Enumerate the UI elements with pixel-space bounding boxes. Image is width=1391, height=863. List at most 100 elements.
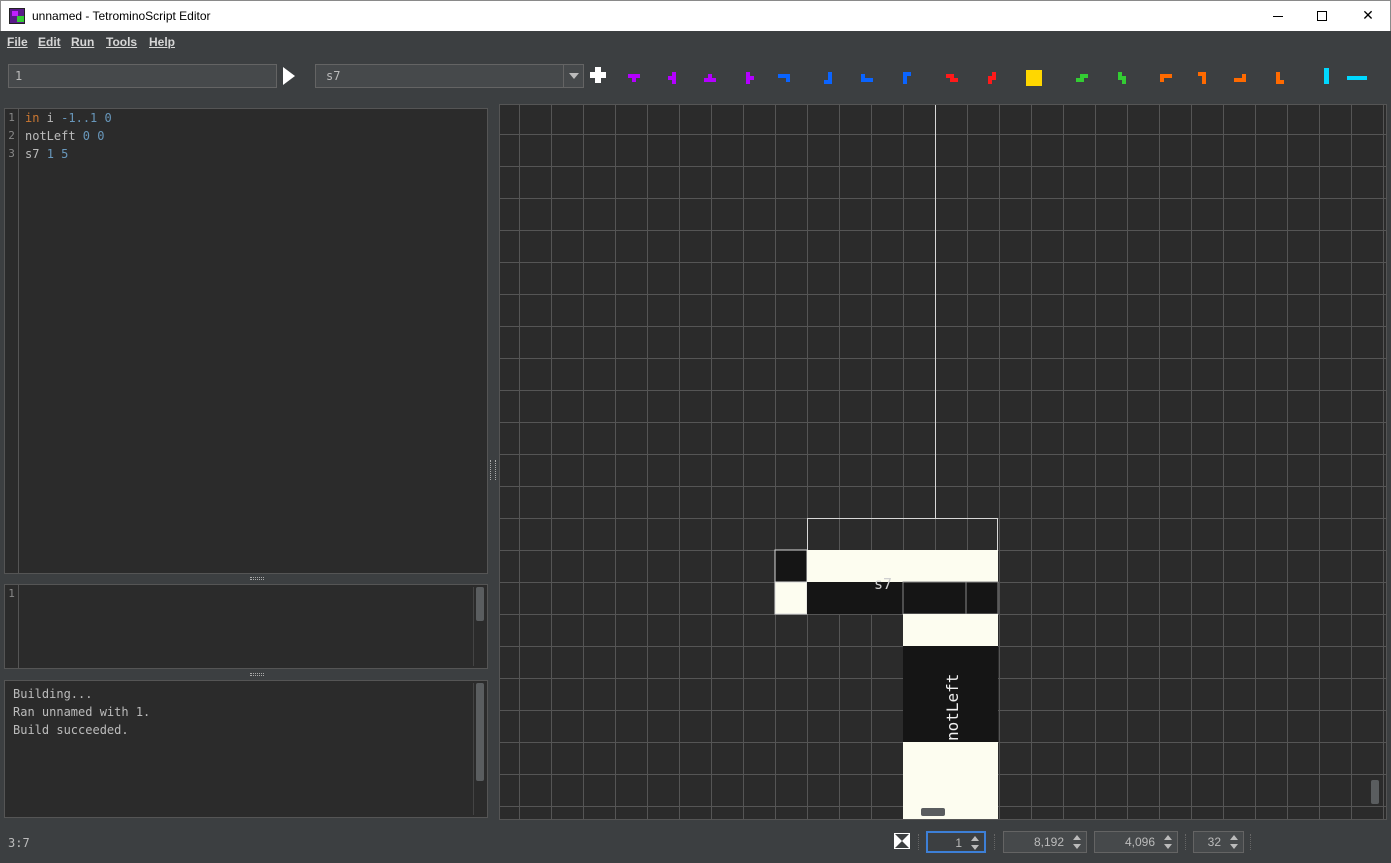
menu-bar: File Edit Run Tools Help bbox=[0, 31, 1391, 53]
canvas-horizontal-scrollbar[interactable] bbox=[500, 806, 1368, 818]
output-line: Building... bbox=[13, 687, 93, 701]
t-piece-up-icon bbox=[704, 74, 716, 82]
close-button[interactable]: ✕ bbox=[1345, 1, 1391, 31]
code-editor[interactable]: 1 2 3 in i -1..1 0 notLeft 0 0 s7 1 5 bbox=[4, 108, 488, 574]
chevron-down-icon[interactable] bbox=[563, 65, 583, 87]
o-piece-icon bbox=[1026, 70, 1042, 86]
playfield-canvas[interactable]: s7 notLeft bbox=[499, 104, 1387, 820]
code-token: s7 bbox=[25, 147, 47, 161]
j-piece-3-button[interactable] bbox=[855, 62, 885, 90]
s-piece-h-button[interactable] bbox=[1070, 62, 1100, 90]
piece-select[interactable]: s7 bbox=[315, 64, 584, 88]
j-piece-4-icon bbox=[903, 72, 911, 84]
line-number: 1 bbox=[8, 587, 15, 600]
width-spinner[interactable]: 8,192 bbox=[1003, 831, 1087, 853]
cell-dark bbox=[965, 581, 999, 615]
window-title: unnamed - TetrominoScript Editor bbox=[32, 9, 211, 23]
minimize-button[interactable] bbox=[1255, 1, 1301, 31]
spinner-arrows-icon[interactable] bbox=[1225, 832, 1243, 852]
o-piece-button[interactable] bbox=[1022, 62, 1052, 90]
j-piece-1-button[interactable] bbox=[772, 62, 802, 90]
z-piece-h-button[interactable] bbox=[940, 62, 970, 90]
code-token: 1 5 bbox=[46, 147, 69, 161]
output-scrollbar[interactable] bbox=[473, 683, 485, 815]
i-piece-v-button[interactable] bbox=[1314, 62, 1344, 90]
z-piece-v-button[interactable] bbox=[980, 62, 1010, 90]
notleft-label: notLeft bbox=[943, 674, 962, 741]
maximize-icon bbox=[1317, 11, 1327, 21]
parameter-input[interactable]: 1 bbox=[8, 64, 277, 88]
debug-scrollbar[interactable] bbox=[473, 587, 485, 666]
t-piece-down-button[interactable] bbox=[622, 62, 652, 90]
cell-light bbox=[774, 581, 808, 615]
spinner-arrows-icon[interactable] bbox=[966, 833, 984, 853]
code-line: in i -1..1 0 bbox=[25, 109, 112, 127]
code-token: in bbox=[25, 111, 40, 125]
l-piece-3-icon bbox=[1234, 74, 1246, 82]
j-piece-3-icon bbox=[861, 74, 873, 82]
l-piece-1-button[interactable] bbox=[1154, 62, 1184, 90]
maximize-button[interactable] bbox=[1299, 1, 1345, 31]
j-piece-2-icon bbox=[824, 72, 832, 84]
editor-splitter[interactable] bbox=[4, 575, 488, 583]
code-token: i bbox=[39, 111, 62, 125]
cell-dark bbox=[774, 549, 808, 583]
app-icon bbox=[9, 8, 25, 24]
menu-run[interactable]: Run bbox=[71, 35, 94, 49]
code-line: s7 1 5 bbox=[25, 145, 112, 163]
t-piece-left-button[interactable] bbox=[660, 62, 690, 90]
code-token: notLeft bbox=[25, 129, 83, 143]
t-piece-left-icon bbox=[668, 72, 676, 84]
menu-file[interactable]: File bbox=[7, 35, 28, 49]
playfield-grid: s7 notLeft bbox=[500, 105, 1386, 819]
s-piece-v-button[interactable] bbox=[1110, 62, 1140, 90]
line-number: 2 bbox=[8, 129, 15, 142]
play-icon bbox=[283, 67, 295, 85]
menu-tools[interactable]: Tools bbox=[106, 35, 137, 49]
i-piece-h-button[interactable] bbox=[1345, 62, 1375, 90]
t-piece-up-button[interactable] bbox=[698, 62, 728, 90]
piece-select-value: s7 bbox=[326, 69, 341, 83]
menu-edit[interactable]: Edit bbox=[38, 35, 61, 49]
j-piece-2-button[interactable] bbox=[816, 62, 846, 90]
cell-dark bbox=[902, 581, 967, 615]
frame-spinner[interactable]: 1 bbox=[926, 831, 986, 853]
line-number: 3 bbox=[8, 147, 15, 160]
reset-view-button[interactable] bbox=[894, 833, 910, 849]
t-piece-down-icon bbox=[628, 74, 640, 82]
spinner-arrows-icon[interactable] bbox=[1159, 832, 1177, 852]
l-piece-2-button[interactable] bbox=[1190, 62, 1220, 90]
l-piece-4-icon bbox=[1276, 72, 1284, 84]
output-console[interactable]: Building... Ran unnamed with 1. Build su… bbox=[4, 680, 488, 818]
add-button[interactable] bbox=[590, 67, 606, 83]
t-piece-right-button[interactable] bbox=[738, 62, 768, 90]
spinner-arrows-icon[interactable] bbox=[1068, 832, 1086, 852]
z-piece-h-icon bbox=[946, 74, 958, 82]
menu-help[interactable]: Help bbox=[149, 35, 175, 49]
l-piece-3-button[interactable] bbox=[1228, 62, 1258, 90]
line-number: 1 bbox=[8, 111, 15, 124]
status-bar: 3:7 1 8,192 4,096 32 bbox=[0, 822, 1391, 863]
cell-light bbox=[807, 550, 998, 582]
i-piece-h-icon bbox=[1347, 76, 1367, 80]
debug-pane[interactable]: 1 bbox=[4, 584, 488, 669]
minimize-icon bbox=[1273, 15, 1283, 17]
l-piece-2-icon bbox=[1198, 72, 1206, 84]
canvas-vertical-scrollbar[interactable] bbox=[1369, 104, 1381, 804]
run-button[interactable] bbox=[282, 66, 296, 86]
output-splitter[interactable] bbox=[4, 671, 488, 679]
frame-value: 1 bbox=[955, 836, 962, 850]
code-line: notLeft 0 0 bbox=[25, 127, 112, 145]
s-piece-h-icon bbox=[1076, 74, 1088, 82]
i-piece-v-icon bbox=[1324, 68, 1329, 84]
j-piece-4-button[interactable] bbox=[895, 62, 925, 90]
vertical-splitter[interactable] bbox=[490, 460, 496, 480]
l-piece-4-button[interactable] bbox=[1268, 62, 1298, 90]
cell-size-spinner[interactable]: 32 bbox=[1193, 831, 1244, 853]
height-spinner[interactable]: 4,096 bbox=[1094, 831, 1178, 853]
s-piece-v-icon bbox=[1118, 72, 1126, 84]
height-value: 4,096 bbox=[1124, 835, 1155, 849]
cursor-position: 3:7 bbox=[8, 836, 30, 850]
code-token: -1..1 0 bbox=[61, 111, 112, 125]
output-line: Build succeeded. bbox=[13, 723, 129, 737]
